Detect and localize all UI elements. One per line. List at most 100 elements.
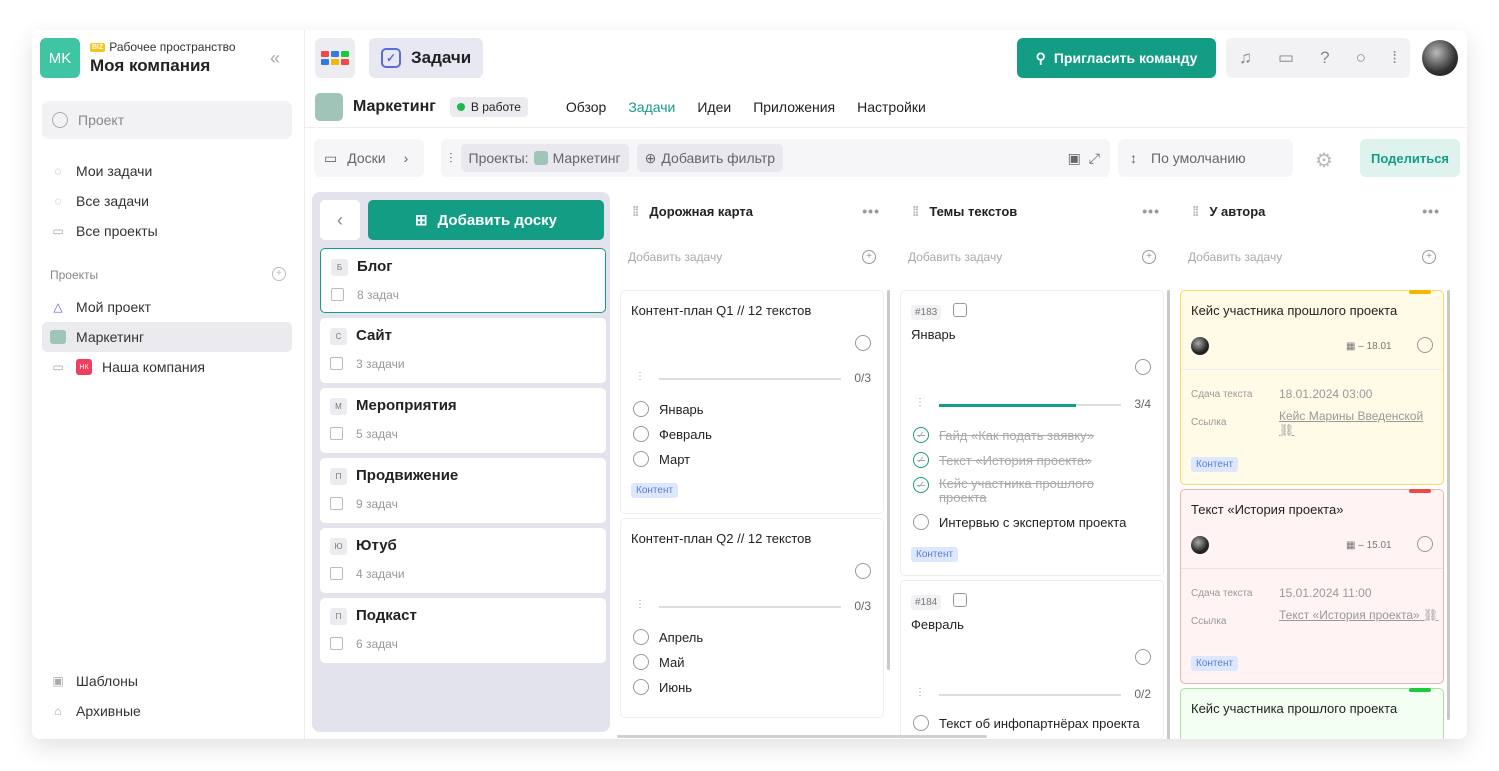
subtask-checkbox[interactable] — [633, 629, 649, 645]
task-card[interactable]: Контент-план Q1 // 12 текстов ⋮ 0/3 Янва… — [620, 290, 884, 514]
link-value[interactable]: Текст «История проекта» ⛓ — [1279, 608, 1439, 622]
subtask[interactable]: Интервью с экспертом проекта — [913, 514, 1126, 530]
task-card[interactable]: #184 Февраль ⋮ 0/2 Текст об инфопартнёра… — [900, 580, 1164, 739]
subtask-done[interactable]: ✓ Кейс участника прошлого проекта — [913, 477, 1129, 505]
complete-checkbox[interactable] — [1417, 536, 1433, 552]
sidebar-project-marketing[interactable]: Маркетинг — [42, 322, 292, 352]
column-scrollbar[interactable] — [1167, 290, 1170, 739]
nav-all-projects[interactable]: ▭ Все проекты — [42, 216, 292, 246]
board-item[interactable]: П Продвижение 9 задач — [320, 458, 606, 523]
sidebar-project-company[interactable]: ▭ НК Наша компания — [42, 352, 292, 382]
tab-ideas[interactable]: Идеи — [697, 99, 731, 115]
tag[interactable]: Контент — [1191, 656, 1239, 671]
boards-toggle[interactable]: ▭ Доски › — [314, 139, 424, 177]
assignee-avatar[interactable] — [1191, 536, 1209, 554]
subtask[interactable]: Апрель — [633, 629, 703, 645]
add-project-icon[interactable]: + — [272, 267, 286, 281]
help-icon[interactable]: ? — [1320, 48, 1329, 68]
more-icon[interactable]: ••• — [862, 203, 880, 219]
board-item[interactable]: Ю Ютуб 4 задачи — [320, 528, 606, 593]
tab-tasks[interactable]: Задачи — [628, 99, 675, 115]
column-header[interactable]: ⁞⁞ Дорожная карта ••• — [620, 192, 888, 230]
grid-icon[interactable]: ⁞ — [1392, 48, 1397, 68]
complete-checkbox[interactable] — [855, 335, 871, 351]
column-scrollbar[interactable] — [1447, 290, 1450, 720]
subtask[interactable]: Февраль — [633, 426, 712, 442]
more-icon[interactable]: ••• — [1142, 203, 1160, 219]
add-task-input[interactable]: Добавить задачу + — [1180, 238, 1448, 276]
subtask-checkbox[interactable] — [913, 514, 929, 530]
share-button[interactable]: Поделиться — [1360, 139, 1460, 177]
subtask-checkbox[interactable] — [913, 715, 929, 731]
invite-team-button[interactable]: ⚲ Пригласить команду — [1017, 38, 1216, 78]
bell-icon[interactable]: ♫ — [1239, 48, 1252, 68]
task-card[interactable]: Контент-план Q2 // 12 текстов ⋮ 0/3 Апре… — [620, 518, 884, 718]
due-date[interactable]: ▦ – 15.01 — [1346, 540, 1392, 551]
subtask-done[interactable]: ✓ Текст «История проекта» — [913, 452, 1091, 468]
plus-circle-icon[interactable]: + — [1422, 250, 1436, 264]
due-date[interactable]: ▦ – 18.01 — [1346, 341, 1392, 352]
collapse-sidebar-icon[interactable]: « — [270, 48, 280, 69]
tab-overview[interactable]: Обзор — [566, 99, 606, 115]
apps-button[interactable] — [315, 38, 355, 78]
task-card[interactable]: Кейс участника прошлого проекта ▦ – 18.0… — [1180, 290, 1444, 485]
subtask[interactable]: Май — [633, 654, 684, 670]
tag[interactable]: Контент — [911, 547, 959, 562]
board-item[interactable]: Б Блог 8 задач — [320, 248, 606, 313]
board-horizontal-scrollbar[interactable] — [617, 735, 987, 738]
subtask-checkbox[interactable] — [633, 451, 649, 467]
nav-my-tasks[interactable]: ◌ Мои задачи — [42, 156, 292, 186]
add-task-input[interactable]: Добавить задачу + — [900, 238, 1168, 276]
expand-icon[interactable]: ⤢ — [1089, 150, 1100, 167]
save-icon[interactable]: ▣ — [1068, 150, 1081, 167]
check-circle-icon[interactable]: ✓ — [913, 427, 929, 443]
task-card[interactable]: #183 Январь ⋮ 3/4 ✓ Гайд «Как подать заяв… — [900, 290, 1164, 576]
add-board-button[interactable]: ⊞ Добавить доску — [368, 200, 604, 240]
board-item[interactable]: П Подкаст 6 задач — [320, 598, 606, 663]
plus-circle-icon[interactable]: + — [862, 250, 876, 264]
subtask-checkbox[interactable] — [633, 654, 649, 670]
complete-checkbox[interactable] — [1135, 359, 1151, 375]
folder-icon[interactable]: ▭ — [1278, 48, 1294, 68]
project-search-input[interactable]: Проект — [42, 101, 292, 139]
status-badge[interactable]: В работе — [449, 96, 528, 117]
sort-select[interactable]: ↕ По умолчанию — [1118, 139, 1293, 177]
subtask-checkbox[interactable] — [633, 401, 649, 417]
search-icon[interactable]: ○ — [1356, 48, 1366, 68]
workspace-switcher[interactable]: MK BIZ Рабочее пространство Моя компания — [40, 38, 236, 78]
column-scrollbar[interactable] — [887, 290, 890, 670]
sidebar-project-my[interactable]: △ Мой проект — [42, 292, 292, 322]
subtask[interactable]: Январь — [633, 401, 704, 417]
drag-handle-icon[interactable]: ⁞⁞ — [1192, 203, 1199, 219]
nav-templates[interactable]: ▣ Шаблоны — [42, 666, 292, 696]
subtask-checkbox[interactable] — [633, 426, 649, 442]
board-item[interactable]: С Сайт 3 задачи — [320, 318, 606, 383]
user-avatar[interactable] — [1422, 40, 1458, 76]
more-icon[interactable]: ••• — [1422, 203, 1440, 219]
complete-checkbox[interactable] — [1417, 337, 1433, 353]
task-card[interactable]: Кейс участника прошлого проекта — [1180, 688, 1444, 739]
subtask[interactable]: Текст об инфопартнёрах проекта — [913, 715, 1140, 731]
subtask-checkbox[interactable] — [633, 679, 649, 695]
assignee-avatar[interactable] — [1191, 337, 1209, 355]
project-filter-chip[interactable]: Проекты: Маркетинг — [460, 144, 629, 172]
nav-all-tasks[interactable]: ◌ Все задачи — [42, 186, 292, 216]
complete-checkbox[interactable] — [855, 563, 871, 579]
filter-settings-icon[interactable]: ⫶ — [449, 150, 453, 167]
column-header[interactable]: ⁞⁞ У автора ••• — [1180, 192, 1448, 230]
column-header[interactable]: ⁞⁞ Темы текстов ••• — [900, 192, 1168, 230]
tag[interactable]: Контент — [1191, 457, 1239, 472]
drag-handle-icon[interactable]: ⁞⁞ — [632, 203, 639, 219]
breadcrumb-tasks[interactable]: ✓ Задачи — [369, 38, 484, 78]
drag-handle-icon[interactable]: ⁞⁞ — [912, 203, 919, 219]
gear-icon[interactable]: ⚙ — [1315, 148, 1333, 173]
subtask-done[interactable]: ✓ Гайд «Как подать заявку» — [913, 427, 1094, 443]
check-circle-icon[interactable]: ✓ — [913, 477, 929, 493]
add-task-input[interactable]: Добавить задачу + — [620, 238, 888, 276]
plus-circle-icon[interactable]: + — [1142, 250, 1156, 264]
subtask[interactable]: Март — [633, 451, 690, 467]
tab-settings[interactable]: Настройки — [857, 99, 926, 115]
back-button[interactable]: ‹ — [320, 200, 360, 240]
complete-checkbox[interactable] — [1135, 649, 1151, 665]
check-circle-icon[interactable]: ✓ — [913, 452, 929, 468]
